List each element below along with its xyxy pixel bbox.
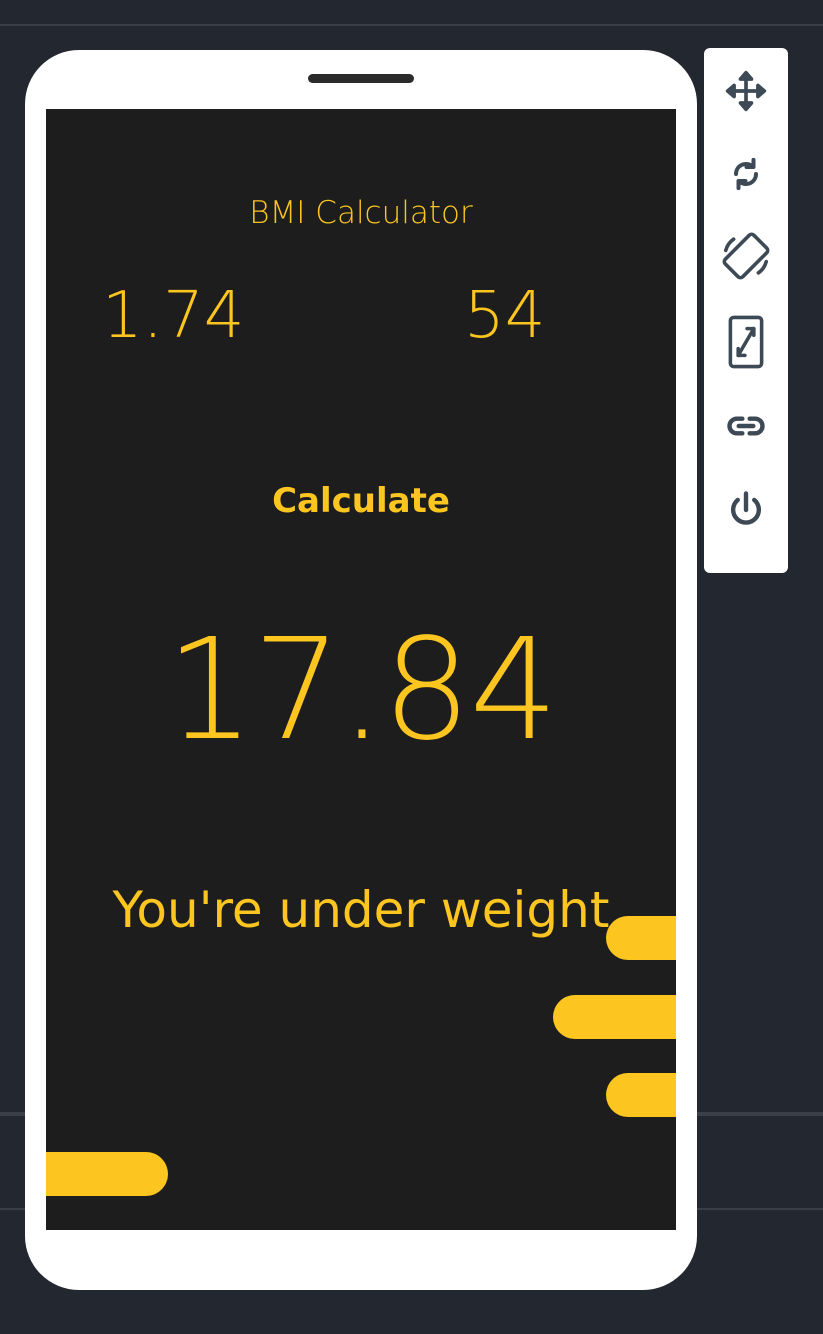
decorative-bar [606,1073,676,1117]
calculate-button[interactable]: Calculate [46,481,676,521]
device-screen[interactable]: BMI Calculator 1.74 54 Calculate 17.84 Y… [46,109,676,1230]
resize-button[interactable] [704,312,788,372]
link-icon [727,416,765,436]
weight-input[interactable]: 54 [464,279,545,353]
screen-rotation-icon [722,232,770,280]
top-divider [0,24,823,26]
status-message: You're under weight [112,881,610,939]
rotate-button[interactable] [704,144,788,204]
move-icon [725,70,767,112]
resize-icon [728,315,764,369]
bmi-result: 17.84 [165,609,559,772]
emulator-stage: BMI Calculator 1.74 54 Calculate 17.84 Y… [0,0,823,1334]
decorative-bar [606,916,676,960]
power-icon [730,491,762,525]
app-title: BMI Calculator [249,195,473,231]
decorative-bar [553,995,676,1039]
height-input[interactable]: 1.74 [102,279,245,353]
emulator-toolbar [704,48,788,573]
speaker-slot [308,74,414,83]
decorative-bar [46,1152,168,1196]
link-button[interactable] [704,396,788,456]
device-frame: BMI Calculator 1.74 54 Calculate 17.84 Y… [25,50,697,1290]
power-button[interactable] [704,480,788,540]
move-button[interactable] [704,61,788,121]
rotate-icon [733,157,759,191]
rotate-screen-button[interactable] [704,226,788,286]
